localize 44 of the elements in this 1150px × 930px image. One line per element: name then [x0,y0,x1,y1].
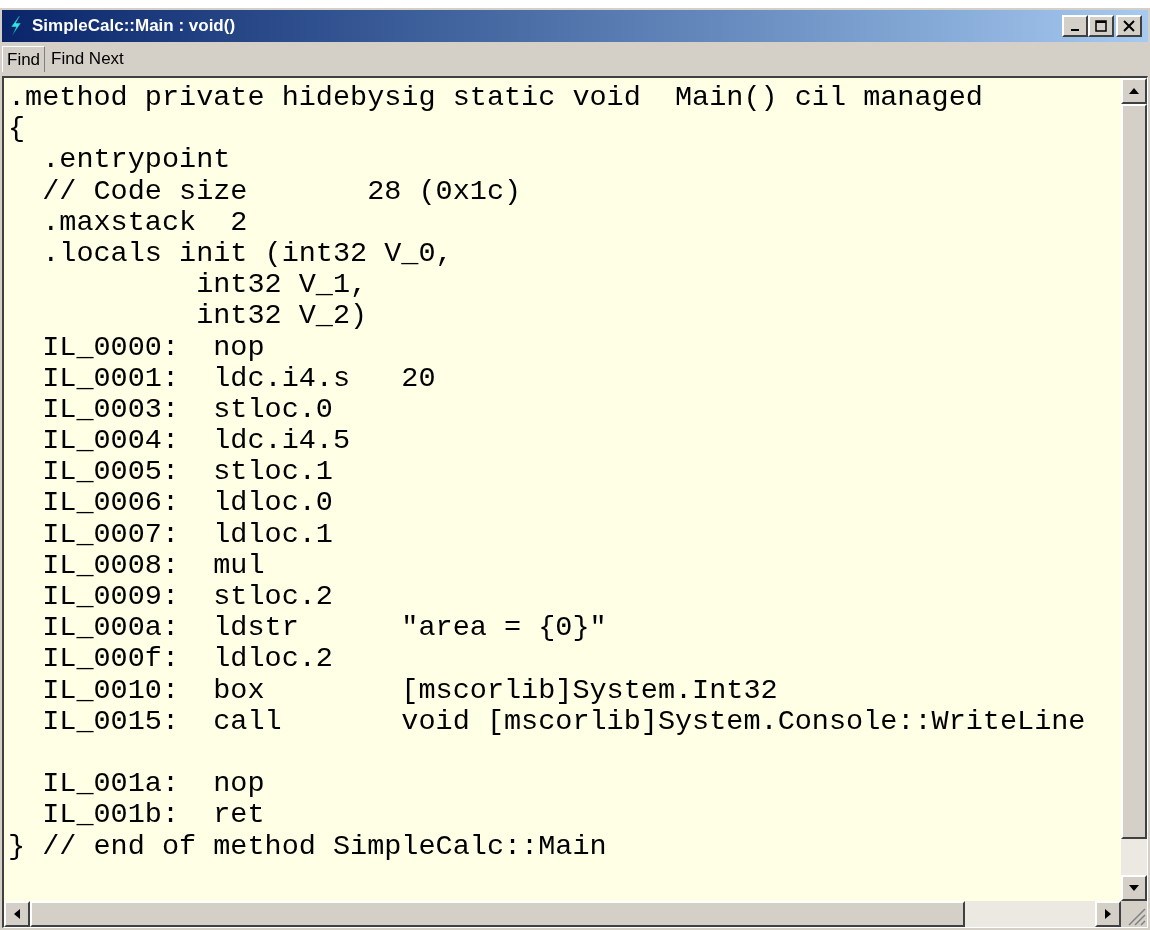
close-button[interactable] [1116,15,1142,37]
code-line: IL_0010: box [mscorlib]System.Int32 [41,674,778,706]
code-line: IL_0005: stloc.1 [41,456,333,488]
code-line: IL_0008: mul [41,549,265,581]
code-line: { [8,113,26,145]
left-triangle-icon [14,909,20,919]
code-line: IL_000a: ldstr "area = {0}" [41,612,607,644]
maximize-button[interactable] [1088,15,1114,37]
scroll-thumb[interactable] [30,901,965,927]
window-title: SimpleCalc::Main : void() [32,15,236,38]
minimize-icon [1071,29,1079,31]
scroll-left-button[interactable] [4,901,30,927]
code-line: IL_0004: ldc.i4.5 [41,425,351,457]
close-icon [1123,20,1135,32]
scroll-right-button[interactable] [1095,901,1121,927]
code-line: int32 V_1, [195,269,368,301]
minimize-button[interactable] [1062,15,1088,37]
code-line: // Code size 28 (0x1c) [41,175,522,207]
code-line: IL_0000: nop [41,331,265,363]
code-line: IL_0006: ldloc.0 [41,487,333,519]
down-triangle-icon [1129,885,1139,891]
code-line: int32 V_2) [195,300,368,332]
code-line: IL_001a: nop [41,768,265,800]
lightning-icon [8,16,24,36]
code-line: IL_000f: ldloc.2 [41,643,333,675]
right-triangle-icon [1105,909,1111,919]
code-line: .locals init (int32 V_0, [41,237,453,270]
maximize-icon [1095,20,1107,32]
toolbar-button[interactable]: Find Next [47,46,128,72]
code-line: } // end of method SimpleCalc::Main [8,830,607,862]
scroll-up-button[interactable] [1121,78,1147,104]
code-line: IL_0007: ldloc.1 [41,518,333,550]
code-line: .maxstack 2 [41,206,248,238]
code-line: IL_0009: stloc.2 [41,581,333,613]
code-line: .entrypoint [41,144,231,176]
code-line: .method private hidebysig static void Main() cil managed [8,82,983,114]
code-line: IL_0001: ldc.i4.s 20 [41,362,436,394]
toolbar-button[interactable]: Find [2,46,46,72]
scroll-down-button[interactable] [1121,875,1147,901]
code-line: IL_0003: stloc.0 [41,393,333,426]
resize-grip-icon[interactable] [1121,901,1147,927]
up-triangle-icon [1129,88,1139,94]
code-line: IL_0015: call void [mscorlib]System.Console::WriteLine [41,705,1086,737]
code-line: IL_001b: ret [41,799,265,831]
